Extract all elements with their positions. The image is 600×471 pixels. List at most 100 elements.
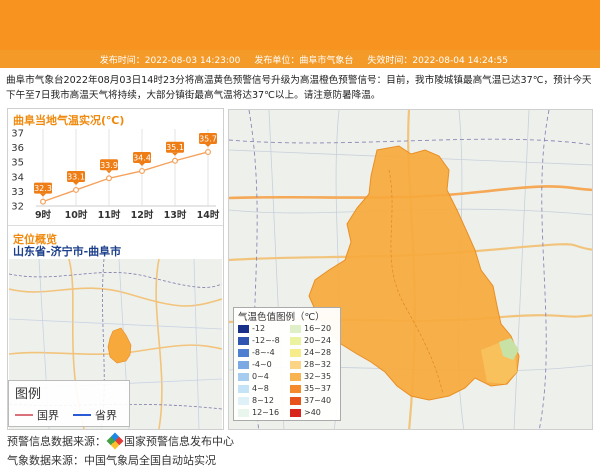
x-tick-label: 9时 xyxy=(35,209,52,221)
temperature-legend-item: 4~8 xyxy=(238,384,269,393)
publish-time: 发布时间：2022-08-03 14:23:00 xyxy=(99,55,241,66)
location-name: 山东省-济宁市-曲阜市 xyxy=(13,245,122,258)
temperature-legend-item: -12 xyxy=(238,324,265,333)
temperature-legend-item: 32~35 xyxy=(290,372,331,381)
weather-source-line: 气象数据来源：中国气象局全国自动站实况 xyxy=(7,452,216,468)
temperature-legend-title: 气温色值图例（℃） xyxy=(238,312,325,323)
warning-source-label: 预警信息数据来源： xyxy=(7,435,106,448)
color-swatch-icon xyxy=(290,408,301,417)
color-swatch-icon xyxy=(238,360,249,369)
info-bar: 发布时间：2022-08-03 14:23:00 发布单位：曲阜市气象台 失效时… xyxy=(0,50,600,68)
country-border-label: 国界 xyxy=(37,409,59,422)
country-border-line-icon xyxy=(15,414,33,416)
data-label-pointer xyxy=(205,143,211,147)
warning-center-logo-icon xyxy=(106,432,124,450)
data-label: 32.3 xyxy=(34,184,52,193)
temperature-range-label: 8~12 xyxy=(252,396,274,405)
temperature-legend: 气温色值图例（℃） -12 16~20 -12~-8 20~24 -8~-4 24~28 -… xyxy=(233,307,341,421)
temperature-legend-item: 20~24 xyxy=(290,336,331,345)
temperature-range-label: -8~-4 xyxy=(252,348,275,357)
temperature-range-label: 20~24 xyxy=(304,336,332,345)
data-label: 35.7 xyxy=(199,134,217,143)
y-tick-label: 33 xyxy=(11,187,24,198)
data-label-pointer xyxy=(73,181,79,185)
data-label-pointer xyxy=(40,193,46,197)
temperature-legend-item: 28~32 xyxy=(290,360,331,369)
temperature-legend-item: -8~-4 xyxy=(238,348,275,357)
x-tick-label: 11时 xyxy=(98,209,121,221)
data-point xyxy=(139,167,146,174)
color-swatch-icon xyxy=(238,336,249,345)
temperature-range-label: 28~32 xyxy=(304,360,332,369)
legend-country-border: 国界 xyxy=(15,407,59,423)
temperature-legend-item: >40 xyxy=(290,408,321,417)
y-tick-label: 37 xyxy=(11,129,24,140)
temperature-range-label: 16~20 xyxy=(304,324,332,333)
publisher: 发布单位：曲阜市气象台 xyxy=(254,55,354,66)
temperature-range-label: 0~4 xyxy=(252,372,269,381)
data-point xyxy=(39,198,46,205)
x-tick-label: 14时 xyxy=(197,209,220,221)
data-point xyxy=(172,157,179,164)
warning-description: 曲阜市气象台2022年08月03日14时23分将高温黄色预警信号升级为高温橙色预… xyxy=(6,75,592,101)
temperature-range-label: -12 xyxy=(252,324,266,333)
temp-line-chart: 32 33 34 35 36 37 32.3 33.1 33.9 34.4 35.1 35.7 9时 10… xyxy=(11,129,220,222)
color-swatch-icon xyxy=(238,348,249,357)
temperature-legend-item: 24~28 xyxy=(290,348,331,357)
legend-province-border: 省界 xyxy=(73,407,117,423)
y-tick-label: 34 xyxy=(11,172,24,183)
page-header-banner xyxy=(0,0,600,50)
y-tick-label: 35 xyxy=(11,158,24,169)
warning-source-link[interactable]: 国家预警信息发布中心 xyxy=(124,433,234,449)
data-label-pointer xyxy=(106,170,112,174)
temperature-legend-item: 35~37 xyxy=(290,384,331,393)
warning-source-line: 预警信息数据来源： 国家预警信息发布中心 xyxy=(7,432,234,450)
temperature-legend-item: -12~-8 xyxy=(238,336,280,345)
color-swatch-icon xyxy=(290,396,301,405)
temperature-legend-item: 37~40 xyxy=(290,396,331,405)
temperature-legend-item: 16~20 xyxy=(290,324,331,333)
data-label: 33.1 xyxy=(67,172,85,181)
temperature-range-label: 12~16 xyxy=(252,408,280,417)
color-swatch-icon xyxy=(290,384,301,393)
y-tick-label: 36 xyxy=(11,143,24,154)
x-tick-label: 13时 xyxy=(164,209,187,221)
temperature-legend-item: 0~4 xyxy=(238,372,269,381)
temperature-range-label: 4~8 xyxy=(252,384,269,393)
temperature-range-label: 37~40 xyxy=(304,396,332,405)
color-swatch-icon xyxy=(290,372,301,381)
weather-source: 气象数据来源：中国气象局全国自动站实况 xyxy=(7,454,216,467)
color-swatch-icon xyxy=(290,324,301,333)
color-swatch-icon xyxy=(238,408,249,417)
data-label: 34.4 xyxy=(133,153,151,162)
map-legend-title: 图例 xyxy=(15,387,42,402)
data-point xyxy=(72,186,79,193)
temp-chart: 32 33 34 35 36 37 32.3 33.1 33.9 34.4 35.1 35.7 9时 10… xyxy=(8,109,223,225)
data-label-pointer xyxy=(139,162,145,166)
temperature-range-label: -12~-8 xyxy=(252,336,280,345)
x-tick-label: 12时 xyxy=(131,209,154,221)
data-point xyxy=(205,148,212,155)
color-swatch-icon xyxy=(238,372,249,381)
temperature-range-label: >40 xyxy=(304,408,321,417)
color-swatch-icon xyxy=(290,360,301,369)
temperature-range-label: -4~0 xyxy=(252,360,272,369)
x-tick-label: 10时 xyxy=(65,209,88,221)
data-point xyxy=(105,175,112,182)
temperature-legend-item: 8~12 xyxy=(238,396,274,405)
temperature-range-label: 24~28 xyxy=(304,348,332,357)
color-swatch-icon xyxy=(238,384,249,393)
temperature-legend-item: 12~16 xyxy=(238,408,279,417)
color-swatch-icon xyxy=(290,336,301,345)
color-swatch-icon xyxy=(290,348,301,357)
province-border-label: 省界 xyxy=(95,409,117,422)
province-border-line-icon xyxy=(73,414,91,416)
color-swatch-icon xyxy=(238,324,249,333)
expire-time: 失效时间：2022-08-04 14:24:55 xyxy=(367,55,508,66)
temperature-range-label: 32~35 xyxy=(304,372,332,381)
temperature-range-label: 35~37 xyxy=(304,384,332,393)
data-label-pointer xyxy=(172,152,178,156)
divider xyxy=(8,225,223,226)
map-legend: 图例 国界 省界 xyxy=(8,380,130,427)
color-swatch-icon xyxy=(238,396,249,405)
